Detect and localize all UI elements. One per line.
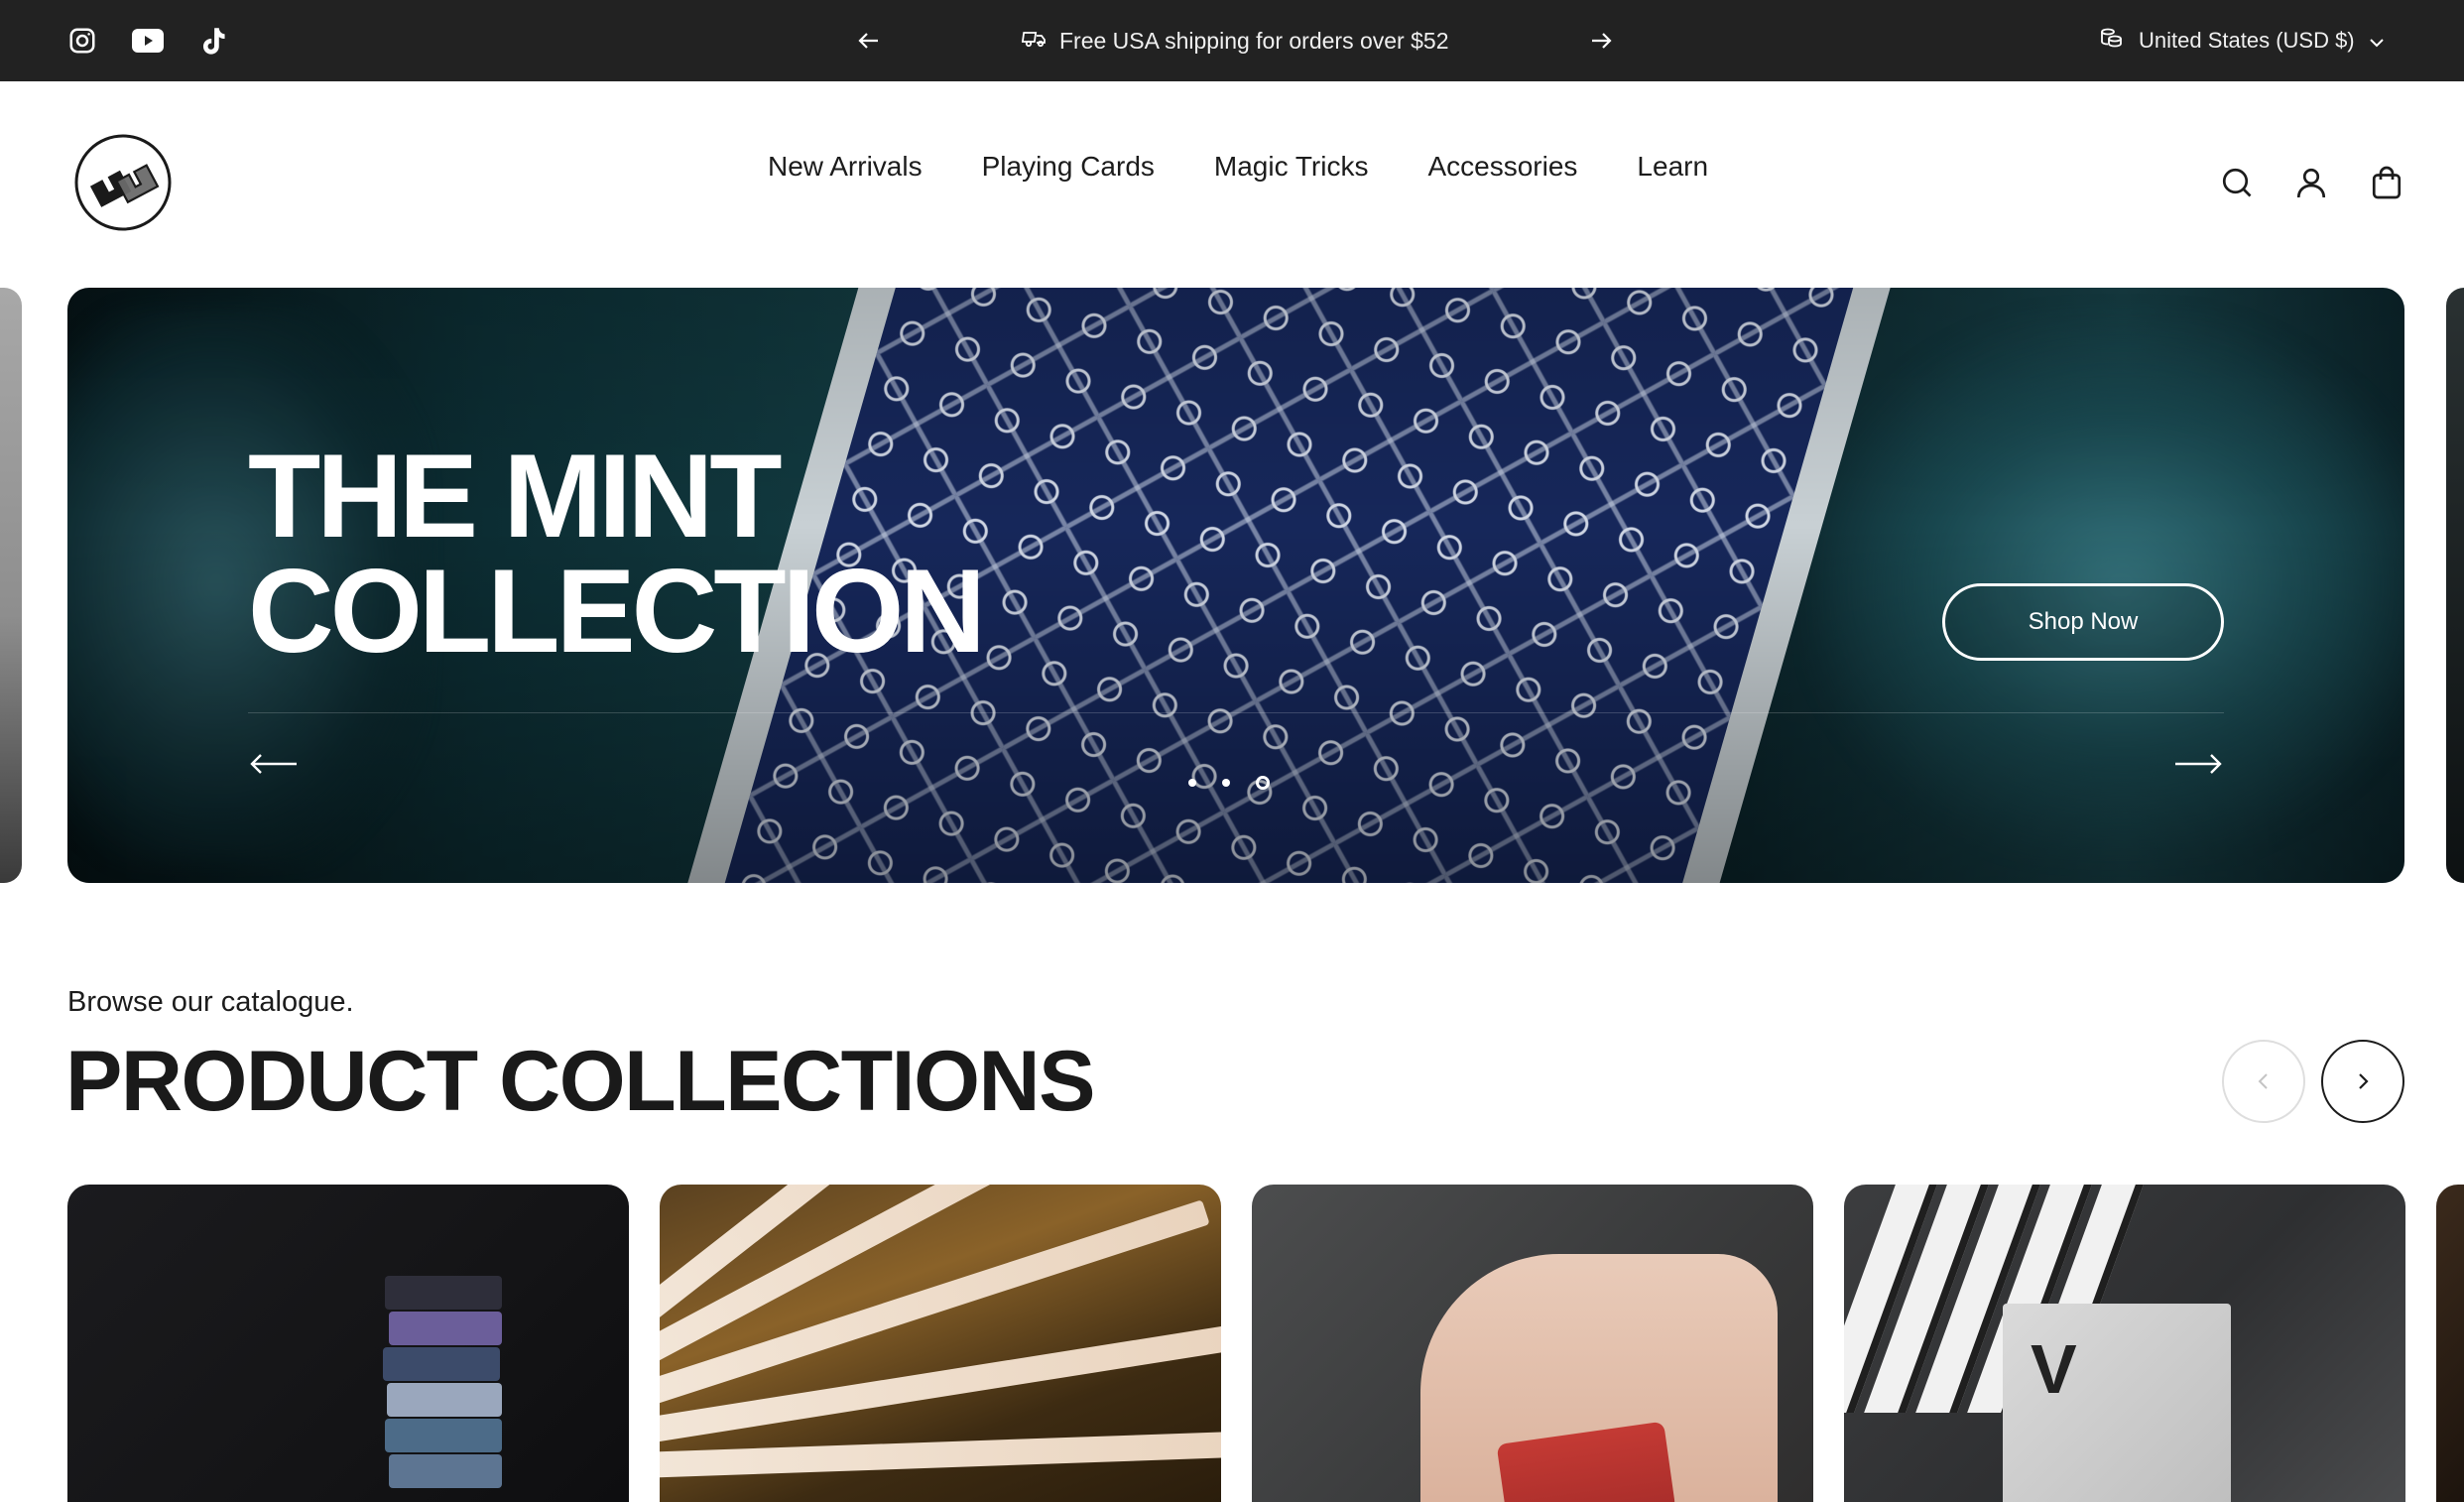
nav-new-arrivals[interactable]: New Arrivals (768, 151, 923, 183)
hero-title-line-2: COLLECTION (248, 545, 986, 678)
currency-selector[interactable]: United States (USD $) (2099, 0, 2385, 81)
collections-eyebrow: Browse our catalogue. (67, 986, 354, 1018)
hero-divider (248, 712, 2224, 713)
collection-tile-peek (2436, 1185, 2464, 1502)
previous-slide-peek (0, 288, 22, 883)
collection-tile-3[interactable] (1252, 1185, 1813, 1502)
hero-slideshow: THE MINT COLLECTION Shop Now (67, 288, 2404, 883)
hero-next-arrow-icon[interactable] (2170, 744, 2226, 784)
announcement-text: Free USA shipping for orders over $52 (1021, 0, 1449, 81)
tiktok-icon[interactable] (189, 0, 237, 81)
announcement-label: Free USA shipping for orders over $52 (1059, 27, 1449, 54)
hero-prev-arrow-icon[interactable] (246, 744, 302, 784)
brand-logo[interactable] (73, 133, 173, 232)
collection-tile-2[interactable] (660, 1185, 1221, 1502)
nav-playing-cards[interactable]: Playing Cards (982, 151, 1155, 183)
hero-title: THE MINT COLLECTION (248, 430, 986, 678)
slide-dot-2[interactable] (1222, 779, 1230, 787)
account-icon[interactable] (2289, 161, 2333, 204)
youtube-icon[interactable] (124, 0, 172, 81)
announcement-bar: Free USA shipping for orders over $52 Un… (0, 0, 2464, 81)
main-nav: New Arrivals Playing Cards Magic Tricks … (768, 151, 1708, 183)
cart-bag-icon[interactable] (2365, 161, 2408, 204)
search-icon[interactable] (2215, 161, 2259, 204)
chevron-down-icon (2369, 28, 2385, 54)
announcement-next-arrow[interactable] (1581, 21, 1621, 61)
shop-now-button[interactable]: Shop Now (1942, 583, 2224, 661)
truck-icon (1021, 27, 1047, 55)
instagram-icon[interactable] (59, 0, 106, 81)
collections-prev-button[interactable] (2222, 1040, 2305, 1123)
slide-dot-3[interactable] (1256, 776, 1270, 790)
currency-label: United States (USD $) (2139, 28, 2355, 53)
coins-icon (2099, 26, 2125, 56)
slide-dot-1[interactable] (1188, 779, 1196, 787)
collection-tile-4[interactable]: V (1844, 1185, 2405, 1502)
hero-title-line-1: THE MINT (248, 430, 783, 563)
collections-title: PRODUCT COLLECTIONS (65, 1034, 1095, 1129)
slide-pagination (1188, 776, 1270, 790)
next-slide-peek (2446, 288, 2464, 883)
nav-magic-tricks[interactable]: Magic Tricks (1214, 151, 1369, 183)
site-header: New Arrivals Playing Cards Magic Tricks … (0, 81, 2464, 288)
nav-learn[interactable]: Learn (1637, 151, 1708, 183)
collection-tile-1[interactable] (67, 1185, 629, 1502)
announcement-prev-arrow[interactable] (849, 21, 889, 61)
collections-next-button[interactable] (2321, 1040, 2404, 1123)
nav-accessories[interactable]: Accessories (1427, 151, 1577, 183)
